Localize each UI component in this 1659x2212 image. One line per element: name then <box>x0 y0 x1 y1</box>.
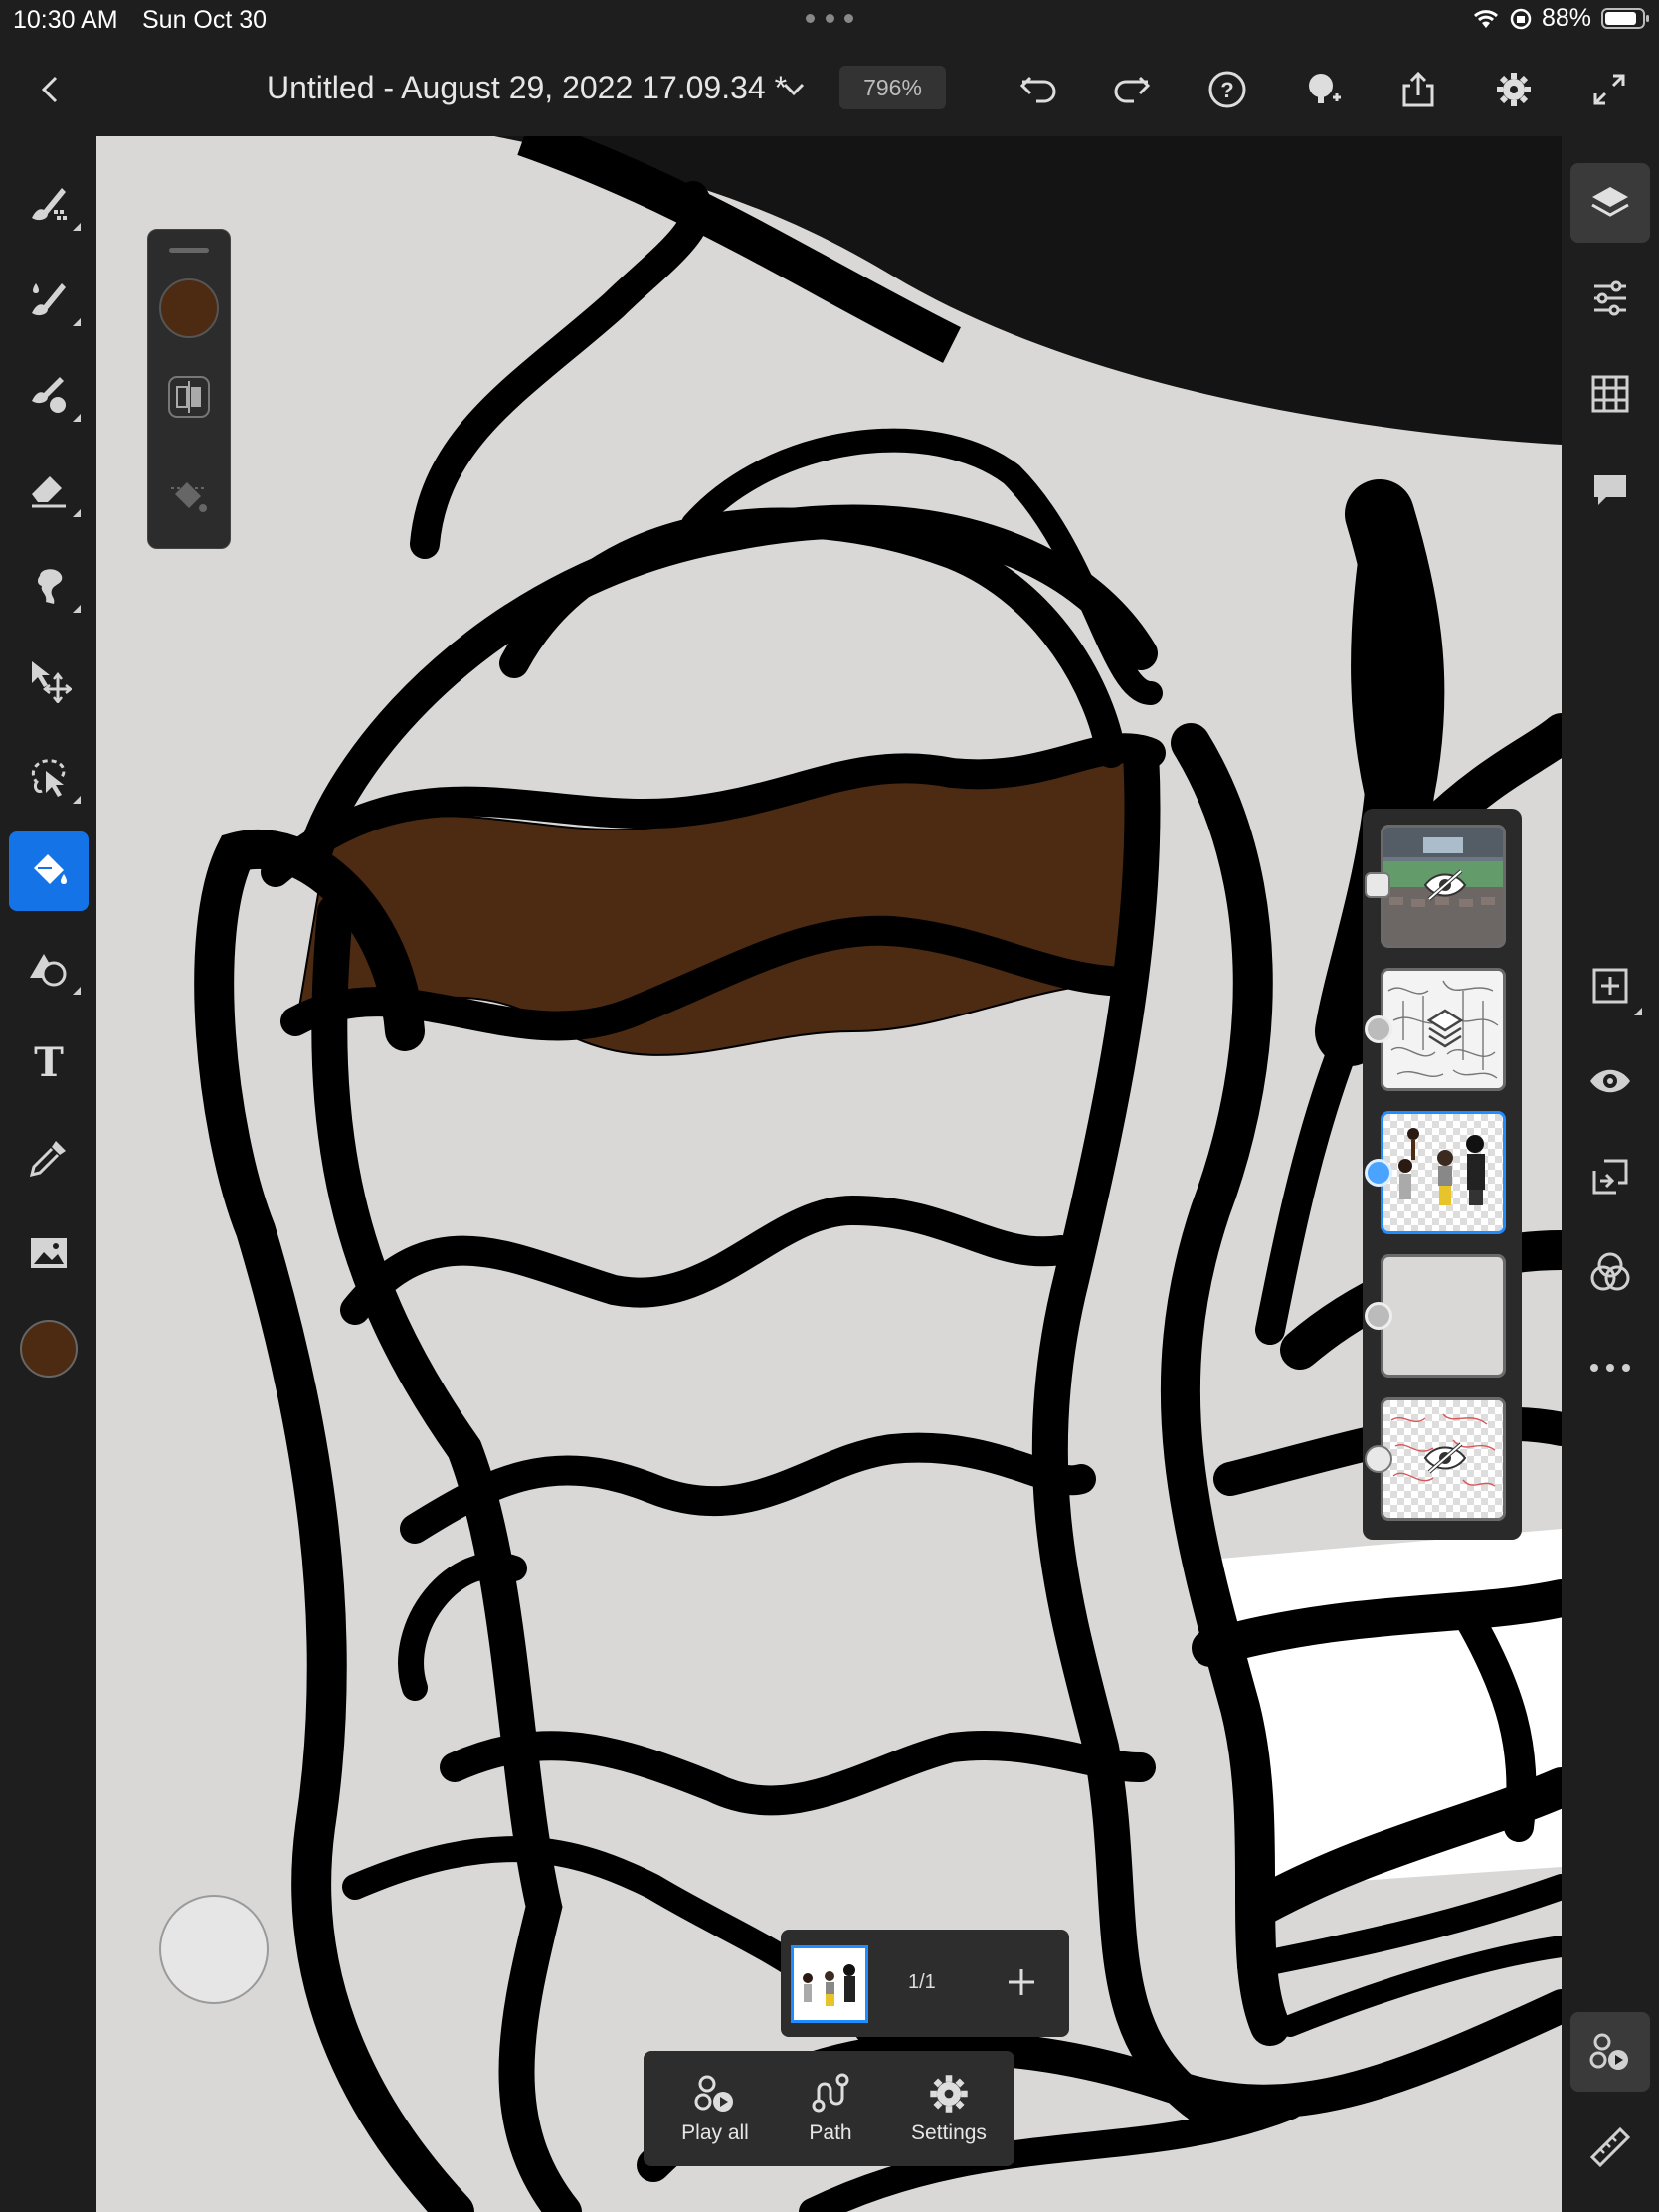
play-all-icon <box>694 2075 733 2112</box>
status-time: 10:30 AM <box>13 6 118 34</box>
help-icon[interactable]: ? <box>1203 66 1251 113</box>
hidden-eye-icon <box>1423 869 1467 901</box>
layer-thumbnail[interactable] <box>1381 825 1506 948</box>
document-title[interactable]: Untitled - August 29, 2022 17.09.34 * <box>267 70 787 106</box>
svg-text:?: ? <box>1220 78 1233 102</box>
visibility-icon[interactable] <box>1570 1041 1650 1121</box>
path-button[interactable]: Path <box>781 2051 880 2166</box>
status-indicators: 88% <box>1472 4 1649 33</box>
fill-sample-icon[interactable] <box>157 464 221 528</box>
live-brush-icon[interactable] <box>9 259 89 338</box>
color-widget <box>147 229 231 549</box>
eraser-icon[interactable] <box>9 450 89 529</box>
path-icon <box>812 2073 849 2113</box>
pixel-layer-icon <box>1365 1445 1392 1473</box>
more-icon[interactable] <box>1570 1328 1650 1407</box>
shapes-icon[interactable] <box>9 927 89 1007</box>
add-frame-icon[interactable] <box>997 1957 1046 2007</box>
image-layer-icon <box>1365 872 1390 898</box>
text-icon[interactable]: T <box>9 1022 89 1102</box>
layer-thumbnail[interactable] <box>1381 968 1506 1091</box>
path-label: Path <box>809 2121 852 2144</box>
layer-thumbnail[interactable] <box>1381 1397 1506 1521</box>
battery-icon <box>1601 8 1649 29</box>
drag-handle[interactable] <box>169 248 209 253</box>
settings-button[interactable]: Settings <box>894 2051 1004 2166</box>
status-date: Sun Oct 30 <box>142 6 268 34</box>
invite-icon[interactable] <box>1299 66 1347 113</box>
drawing-canvas[interactable] <box>96 136 1562 2212</box>
gear-icon[interactable] <box>1490 66 1538 113</box>
canvas-artwork <box>194 136 1562 2212</box>
mirror-icon[interactable] <box>157 365 221 429</box>
play-all-button[interactable]: Play all <box>665 2051 765 2166</box>
back-icon[interactable] <box>30 70 70 109</box>
frame-thumbnail[interactable] <box>791 1945 868 2023</box>
left-toolbar: T <box>0 136 96 2212</box>
image-icon[interactable] <box>9 1213 89 1293</box>
settings-label: Settings <box>911 2121 987 2144</box>
layer-thumbnail[interactable] <box>1381 1254 1506 1378</box>
layer-group-icon <box>1426 1009 1464 1048</box>
hidden-eye-icon <box>1423 1442 1467 1474</box>
layer-selector-dot[interactable] <box>1365 1302 1392 1330</box>
layer-thumbnail[interactable] <box>1381 1111 1506 1234</box>
lasso-select-icon[interactable] <box>9 736 89 816</box>
smudge-icon[interactable] <box>9 545 89 625</box>
merge-down-icon[interactable] <box>1570 1137 1650 1216</box>
playback-controls: Play all Path Settings <box>644 2051 1014 2166</box>
layer-selector-dot[interactable] <box>1365 1015 1392 1043</box>
title-bar: Untitled - August 29, 2022 17.09.34 * 79… <box>0 42 1659 136</box>
right-toolbar <box>1562 136 1659 2212</box>
frame-counter: 1/1 <box>908 1971 936 1993</box>
layers-icon[interactable] <box>1570 163 1650 243</box>
ruler-icon[interactable] <box>1570 2108 1650 2187</box>
current-color-swatch[interactable] <box>159 278 219 338</box>
layer-properties-icon[interactable] <box>1570 259 1650 338</box>
layers-panel <box>1363 809 1522 1540</box>
layer-selector-dot[interactable] <box>1365 1159 1392 1187</box>
fullscreen-icon[interactable] <box>1585 66 1633 113</box>
fill-bucket-icon[interactable] <box>9 831 89 911</box>
eyedropper-icon[interactable] <box>9 1118 89 1198</box>
frames-timeline: 1/1 <box>781 1930 1069 2037</box>
move-icon[interactable] <box>9 641 89 720</box>
play-all-label: Play all <box>681 2121 749 2144</box>
grid-icon[interactable] <box>1570 354 1650 434</box>
multitasking-dots-icon[interactable] <box>806 14 853 24</box>
orientation-lock-icon <box>1510 8 1532 29</box>
playback-icon[interactable] <box>1570 2012 1650 2092</box>
chevron-down-icon[interactable] <box>776 72 812 107</box>
redo-icon[interactable] <box>1108 66 1156 113</box>
blend-modes-icon[interactable] <box>1570 1232 1650 1312</box>
comments-icon[interactable] <box>1570 450 1650 529</box>
mixer-brush-icon[interactable] <box>9 354 89 434</box>
touch-shortcut-button[interactable] <box>159 1895 269 2004</box>
pixel-brush-icon[interactable] <box>9 163 89 243</box>
share-icon[interactable] <box>1394 66 1442 113</box>
color-swatch[interactable] <box>9 1309 89 1388</box>
battery-percentage: 88% <box>1541 4 1591 32</box>
wifi-icon <box>1473 9 1498 28</box>
gear-icon <box>930 2075 968 2113</box>
zoom-level[interactable]: 796% <box>839 66 946 109</box>
status-bar: 10:30 AM Sun Oct 30 88% <box>0 0 1659 42</box>
add-layer-icon[interactable] <box>1570 946 1650 1025</box>
undo-icon[interactable] <box>1014 66 1062 113</box>
